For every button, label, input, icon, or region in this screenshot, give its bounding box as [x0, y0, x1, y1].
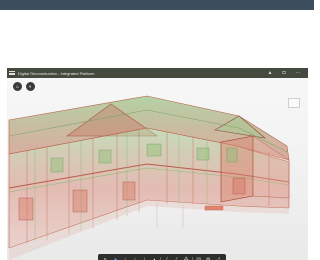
orbit-icon[interactable]: ↕ [121, 256, 129, 260]
model-tree-icon[interactable]: ⁂ [182, 256, 190, 260]
toolbar-divider [160, 256, 162, 260]
section-icon[interactable]: ⊥ [141, 256, 149, 260]
pan-icon[interactable]: ↕ [131, 256, 139, 260]
home-icon[interactable]: ⌂ [13, 82, 22, 91]
more-icon[interactable]: ⋯ [294, 69, 302, 77]
menu-icon[interactable] [9, 70, 15, 76]
fullscreen-icon[interactable]: ⤢ [214, 256, 222, 260]
toolbar-divider [191, 256, 193, 260]
building-model[interactable] [7, 78, 308, 260]
measure-icon[interactable]: ⁄ [163, 256, 171, 260]
camera-icon[interactable]: ▪ [150, 256, 158, 260]
viewer-toolbar: ↖ ● ↕ ↕ ⊥ ▪ ⁄ ⁄ ⁂ ▤ ⚙ ⤢ [98, 254, 226, 260]
download-icon[interactable]: ◘ [280, 69, 288, 77]
navigation-cube[interactable] [288, 98, 300, 108]
user-icon[interactable]: ▲ [266, 69, 274, 77]
viewer-window: Digital Reconstruction - Integrated Plat… [7, 68, 308, 260]
properties-icon[interactable]: ▤ [195, 256, 203, 260]
viewer-titlebar: Digital Reconstruction - Integrated Plat… [7, 68, 308, 78]
3d-viewport[interactable]: ⌂ ◐ ↖ ● ↕ ↕ ⊥ ▪ ⁄ ⁄ ⁂ ▤ ⚙ ⤢ [7, 78, 308, 260]
viewer-title: Digital Reconstruction - Integrated Plat… [18, 70, 95, 76]
markup-icon[interactable]: ⁄ [172, 256, 180, 260]
settings-icon[interactable]: ⚙ [204, 256, 212, 260]
page-header-band [0, 0, 314, 10]
layers-icon[interactable]: ◐ [26, 82, 35, 91]
select-icon[interactable]: ↖ [102, 256, 110, 260]
walk-icon[interactable]: ● [112, 256, 120, 260]
